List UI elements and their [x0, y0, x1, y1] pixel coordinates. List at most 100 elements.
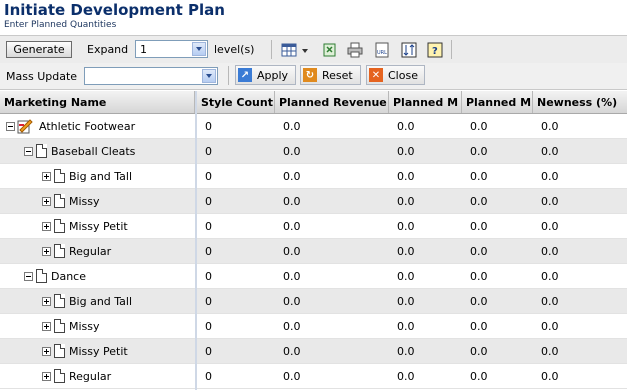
expand-icon[interactable]	[42, 197, 51, 206]
collapse-icon[interactable]	[24, 147, 33, 156]
collapse-icon[interactable]	[24, 272, 33, 281]
table-row[interactable]: Dance 0 0.0 0.0 0.0 0.0	[0, 264, 627, 289]
marketing-name-label[interactable]: Athletic Footwear	[39, 114, 135, 139]
planned-revenue-cell[interactable]: 0.0	[283, 114, 301, 139]
planned-m-2-cell[interactable]: 0.0	[470, 164, 488, 189]
planned-m-2-cell[interactable]: 0.0	[470, 339, 488, 364]
mass-update-select[interactable]	[84, 67, 218, 85]
planned-m-2-cell[interactable]: 0.0	[470, 364, 488, 389]
planned-revenue-cell[interactable]: 0.0	[283, 189, 301, 214]
style-count-cell[interactable]: 0	[205, 364, 212, 389]
planned-m-1-cell[interactable]: 0.0	[397, 314, 415, 339]
newness-cell[interactable]: 0.0	[541, 239, 559, 264]
table-row[interactable]: Regular 0 0.0 0.0 0.0 0.0	[0, 239, 627, 264]
planned-m-2-cell[interactable]: 0.0	[470, 314, 488, 339]
newness-cell[interactable]: 0.0	[541, 314, 559, 339]
export-icon[interactable]	[322, 42, 338, 58]
marketing-name-label[interactable]: Big and Tall	[69, 164, 132, 189]
help-icon[interactable]: ?	[427, 42, 443, 58]
planned-m-2-cell[interactable]: 0.0	[470, 239, 488, 264]
newness-cell[interactable]: 0.0	[541, 364, 559, 389]
expand-icon[interactable]	[42, 222, 51, 231]
marketing-name-label[interactable]: Big and Tall	[69, 289, 132, 314]
planned-m-2-cell[interactable]: 0.0	[470, 214, 488, 239]
newness-cell[interactable]: 0.0	[541, 289, 559, 314]
style-count-cell[interactable]: 0	[205, 314, 212, 339]
column-header-marketing-name[interactable]: Marketing Name	[0, 91, 195, 113]
table-row[interactable]: Big and Tall 0 0.0 0.0 0.0 0.0	[0, 164, 627, 189]
style-count-cell[interactable]: 0	[205, 114, 212, 139]
table-row[interactable]: Athletic Footwear 0 0.0 0.0 0.0 0.0	[0, 114, 627, 139]
planned-revenue-cell[interactable]: 0.0	[283, 289, 301, 314]
style-count-cell[interactable]: 0	[205, 264, 212, 289]
planned-m-1-cell[interactable]: 0.0	[397, 289, 415, 314]
column-header-planned-m-1[interactable]: Planned M	[389, 91, 462, 113]
expand-icon[interactable]	[42, 247, 51, 256]
newness-cell[interactable]: 0.0	[541, 189, 559, 214]
style-count-cell[interactable]: 0	[205, 239, 212, 264]
column-header-planned-revenue[interactable]: Planned Revenue	[275, 91, 389, 113]
style-count-cell[interactable]: 0	[205, 339, 212, 364]
expand-icon[interactable]	[42, 372, 51, 381]
newness-cell[interactable]: 0.0	[541, 114, 559, 139]
planned-revenue-cell[interactable]: 0.0	[283, 339, 301, 364]
marketing-name-label[interactable]: Missy	[69, 189, 100, 214]
chevron-down-icon[interactable]	[300, 42, 310, 58]
generate-button[interactable]: Generate	[6, 41, 72, 58]
marketing-name-label[interactable]: Missy	[69, 314, 100, 339]
column-header-newness[interactable]: Newness (%)	[533, 91, 627, 113]
planned-m-2-cell[interactable]: 0.0	[470, 139, 488, 164]
marketing-name-label[interactable]: Missy Petit	[69, 214, 128, 239]
table-row[interactable]: Regular 0 0.0 0.0 0.0 0.0	[0, 364, 627, 389]
reset-button[interactable]: ↻ Reset	[300, 65, 361, 85]
planned-revenue-cell[interactable]: 0.0	[283, 314, 301, 339]
marketing-name-label[interactable]: Regular	[69, 239, 111, 264]
newness-cell[interactable]: 0.0	[541, 139, 559, 164]
newness-cell[interactable]: 0.0	[541, 214, 559, 239]
planned-revenue-cell[interactable]: 0.0	[283, 164, 301, 189]
close-button[interactable]: ✕ Close	[366, 65, 425, 85]
column-header-planned-m-2[interactable]: Planned M	[462, 91, 533, 113]
column-header-style-count[interactable]: Style Count	[197, 91, 275, 113]
planned-m-2-cell[interactable]: 0.0	[470, 189, 488, 214]
planned-revenue-cell[interactable]: 0.0	[283, 239, 301, 264]
planned-m-1-cell[interactable]: 0.0	[397, 264, 415, 289]
table-row[interactable]: Baseball Cleats 0 0.0 0.0 0.0 0.0	[0, 139, 627, 164]
collapse-icon[interactable]	[6, 122, 15, 131]
planned-revenue-cell[interactable]: 0.0	[283, 214, 301, 239]
table-row[interactable]: Missy 0 0.0 0.0 0.0 0.0	[0, 189, 627, 214]
style-count-cell[interactable]: 0	[205, 189, 212, 214]
planned-m-1-cell[interactable]: 0.0	[397, 164, 415, 189]
apply-button[interactable]: ↗ Apply	[235, 65, 296, 85]
print-icon[interactable]	[347, 42, 363, 58]
marketing-name-label[interactable]: Baseball Cleats	[51, 139, 135, 164]
planned-revenue-cell[interactable]: 0.0	[283, 264, 301, 289]
style-count-cell[interactable]: 0	[205, 139, 212, 164]
style-count-cell[interactable]: 0	[205, 164, 212, 189]
planned-m-1-cell[interactable]: 0.0	[397, 114, 415, 139]
marketing-name-label[interactable]: Dance	[51, 264, 86, 289]
style-count-cell[interactable]: 0	[205, 289, 212, 314]
table-columns-icon[interactable]	[281, 42, 297, 58]
planned-m-2-cell[interactable]: 0.0	[470, 264, 488, 289]
sort-icon[interactable]	[401, 42, 417, 58]
planned-revenue-cell[interactable]: 0.0	[283, 364, 301, 389]
table-row[interactable]: Missy 0 0.0 0.0 0.0 0.0	[0, 314, 627, 339]
marketing-name-label[interactable]: Missy Petit	[69, 339, 128, 364]
newness-cell[interactable]: 0.0	[541, 264, 559, 289]
planned-m-1-cell[interactable]: 0.0	[397, 189, 415, 214]
expand-icon[interactable]	[42, 347, 51, 356]
url-icon[interactable]: URL	[374, 42, 390, 58]
newness-cell[interactable]: 0.0	[541, 339, 559, 364]
table-row[interactable]: Missy Petit 0 0.0 0.0 0.0 0.0	[0, 214, 627, 239]
expand-icon[interactable]	[42, 172, 51, 181]
planned-m-2-cell[interactable]: 0.0	[470, 114, 488, 139]
expand-icon[interactable]	[42, 322, 51, 331]
planned-m-1-cell[interactable]: 0.0	[397, 239, 415, 264]
planned-m-1-cell[interactable]: 0.0	[397, 339, 415, 364]
style-count-cell[interactable]: 0	[205, 214, 212, 239]
planned-revenue-cell[interactable]: 0.0	[283, 139, 301, 164]
planned-m-2-cell[interactable]: 0.0	[470, 289, 488, 314]
expand-icon[interactable]	[42, 297, 51, 306]
planned-m-1-cell[interactable]: 0.0	[397, 139, 415, 164]
